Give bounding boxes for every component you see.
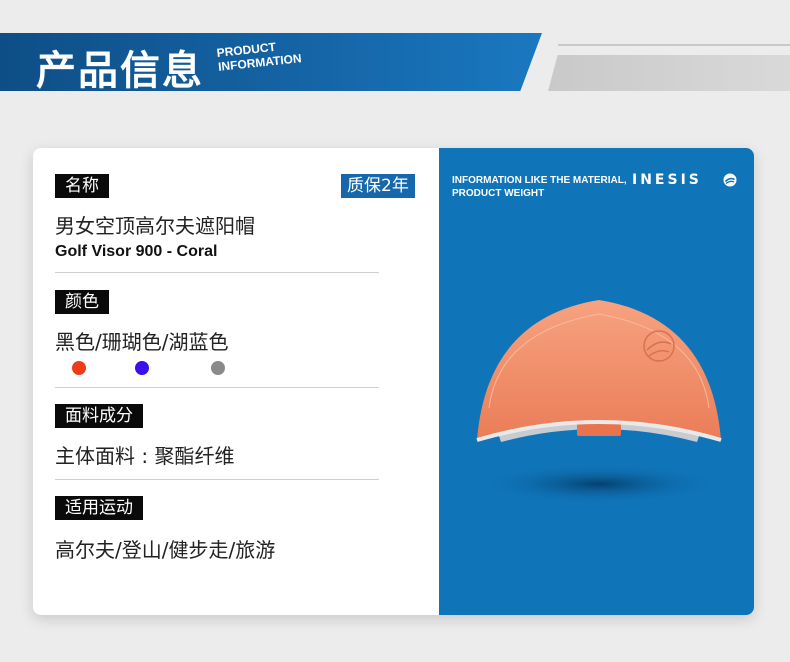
color-tag: 颜色: [55, 290, 109, 314]
header-decor-line: [558, 44, 790, 46]
brand-logo-text: INESIS: [632, 172, 702, 188]
material-tag: 面料成分: [55, 404, 143, 428]
product-name-cn: 男女空顶高尔夫遮阳帽: [55, 214, 255, 238]
product-name-en: Golf Visor 900 - Coral: [55, 243, 218, 260]
product-image-panel: INFORMATION LIKE THE MATERIAL, PRODUCT W…: [439, 148, 754, 615]
material-text: 主体面料 : 聚酯纤维: [55, 444, 235, 468]
panel-info-text: INFORMATION LIKE THE MATERIAL, PRODUCT W…: [452, 174, 642, 200]
color-swatch-coral: [135, 361, 149, 375]
sport-text: 高尔夫/登山/健步走/旅游: [55, 538, 276, 562]
section-divider: [55, 387, 379, 388]
panel-info-line2: PRODUCT WEIGHT: [452, 188, 545, 199]
name-tag: 名称: [55, 174, 109, 198]
sport-tag: 适用运动: [55, 496, 143, 520]
section-divider: [55, 479, 379, 480]
color-swatch-lake-blue: [211, 361, 225, 375]
product-info-card: 名称 质保2年 男女空顶高尔夫遮阳帽 Golf Visor 900 - Cora…: [33, 148, 754, 615]
golf-visor-image: [476, 300, 722, 504]
inesis-logo-icon: [723, 173, 737, 187]
colors-text: 黑色/珊瑚色/湖蓝色: [55, 330, 229, 354]
warranty-badge: 质保2年: [341, 174, 415, 198]
color-swatch-black: [72, 361, 86, 375]
panel-info-line1: INFORMATION LIKE THE MATERIAL,: [452, 175, 627, 186]
page-title: 产品信息: [36, 48, 204, 94]
section-divider: [55, 272, 379, 273]
header-decor-block: [548, 55, 790, 91]
